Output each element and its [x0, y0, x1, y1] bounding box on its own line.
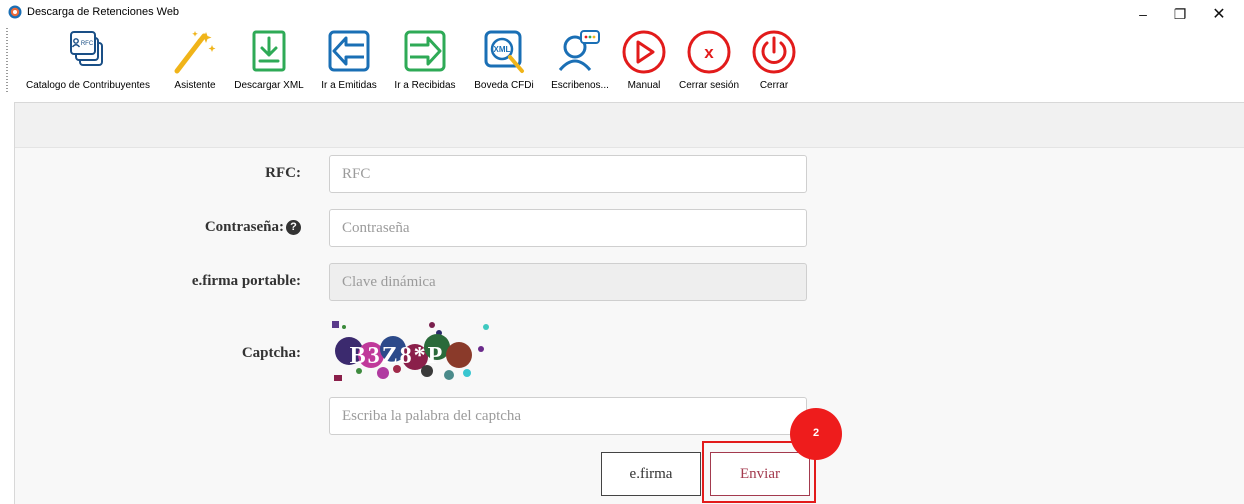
- password-label: Contraseña:?: [135, 219, 301, 236]
- svg-text:x: x: [704, 43, 714, 62]
- toolbar-label: Descargar XML: [234, 80, 304, 91]
- toolbar-item-cerrar[interactable]: Cerrar: [746, 26, 802, 98]
- logout-x-icon: x: [687, 30, 731, 74]
- password-label-text: Contraseña:: [204, 219, 284, 235]
- toolbar-item-ir-recibidas[interactable]: Ir a Recibidas: [386, 26, 464, 98]
- svg-text:B3Z8*P: B3Z8*P: [350, 343, 445, 369]
- window-title: Descarga de Retenciones Web: [27, 6, 180, 18]
- login-panel: RFC: Contraseña:? e.firma portable: Capt…: [14, 102, 1244, 504]
- captcha-label: Captcha:: [241, 345, 301, 361]
- svg-text:XML: XML: [494, 45, 511, 54]
- restore-button[interactable]: ❐: [1165, 3, 1195, 25]
- arrow-right-icon: [404, 30, 446, 72]
- toolbar-label: Manual: [627, 80, 661, 91]
- title-bar: Descarga de Retenciones Web – ❐ ✕: [0, 0, 1244, 26]
- toolbar-label: Escribenos...: [551, 80, 609, 91]
- power-icon: [752, 30, 796, 74]
- captcha-input[interactable]: [329, 397, 807, 435]
- step-badge: 2: [790, 408, 842, 460]
- toolbar-item-descargar-xml[interactable]: Descargar XML: [226, 26, 312, 98]
- panel-header: [15, 103, 1244, 148]
- svg-text:RFC: RFC: [81, 41, 94, 47]
- magic-wand-icon: [174, 31, 216, 74]
- toolbar-grip: [6, 28, 8, 94]
- play-icon: [622, 30, 666, 74]
- minimize-button[interactable]: –: [1128, 3, 1158, 25]
- dynamic-key-input: [329, 263, 807, 301]
- arrow-left-icon: [328, 30, 370, 72]
- help-icon[interactable]: ?: [286, 220, 301, 235]
- toolbar-label: Cerrar sesión: [678, 80, 740, 91]
- efirma-button[interactable]: e.firma: [601, 452, 701, 496]
- toolbar-item-catalogo[interactable]: RFC Catalogo de Contribuyentes: [12, 26, 164, 98]
- password-input[interactable]: [329, 209, 807, 247]
- toolbar-item-manual[interactable]: Manual: [618, 26, 670, 98]
- chat-user-icon: [558, 30, 600, 71]
- captcha-image: B3Z8*P: [332, 321, 489, 381]
- close-window-button[interactable]: ✕: [1204, 3, 1234, 25]
- xml-search-icon: XML: [484, 30, 524, 73]
- efirma-portable-label: e.firma portable:: [191, 273, 301, 289]
- rfc-input[interactable]: [329, 155, 807, 193]
- download-icon: [252, 30, 286, 72]
- toolbar-label: Catalogo de Contribuyentes: [26, 80, 150, 91]
- app-logo-icon: [8, 5, 22, 19]
- toolbar-label: Boveda CFDi: [474, 80, 534, 91]
- toolbar-item-boveda-cfdi[interactable]: XML Boveda CFDi: [466, 26, 542, 98]
- toolbar: RFC Catalogo de Contribuyentes Asistente…: [0, 26, 1244, 100]
- toolbar-item-escribenos[interactable]: Escribenos...: [544, 26, 616, 98]
- toolbar-item-asistente[interactable]: Asistente: [166, 26, 224, 98]
- toolbar-label: Ir a Recibidas: [394, 80, 456, 91]
- toolbar-label: Asistente: [174, 80, 216, 91]
- toolbar-item-ir-emitidas[interactable]: Ir a Emitidas: [314, 26, 384, 98]
- toolbar-label: Ir a Emitidas: [321, 80, 377, 91]
- contribuyentes-rfc-icon: RFC: [70, 31, 103, 66]
- toolbar-label: Cerrar: [759, 80, 789, 91]
- rfc-label: RFC:: [265, 165, 301, 181]
- toolbar-item-cerrar-sesion[interactable]: x Cerrar sesión: [672, 26, 746, 98]
